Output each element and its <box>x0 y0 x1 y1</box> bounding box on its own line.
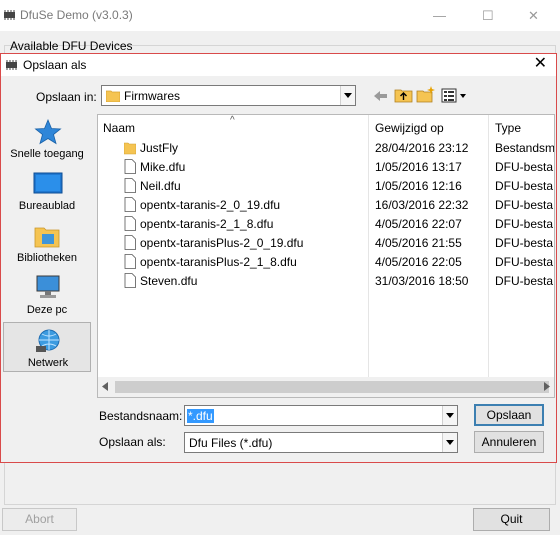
place-label: Bureaublad <box>18 200 76 212</box>
column-header-name[interactable]: Naam <box>103 121 135 135</box>
file-row[interactable]: opentx-taranis-2_1_8.dfu 4/05/2016 22:07 D… <box>98 214 554 233</box>
scroll-left-icon[interactable] <box>102 382 108 391</box>
file-icon <box>124 197 136 212</box>
abort-button[interactable]: Abort <box>2 508 77 531</box>
file-name: Neil.dfu <box>140 179 181 193</box>
save-type-value: Dfu Files (*.dfu) <box>189 436 273 450</box>
scrollbar-thumb[interactable] <box>115 381 549 393</box>
scroll-right-icon[interactable] <box>544 382 550 391</box>
file-modified: 4/05/2016 21:55 <box>375 236 462 250</box>
file-list[interactable]: ^ Naam Gewijzigd op Type JustFly 28/04/20… <box>97 114 555 398</box>
column-header-type[interactable]: Type <box>495 121 521 135</box>
places-bar: Snelle toegang Bureaublad Bibliotheken D… <box>3 111 93 372</box>
file-type: Bestandsm <box>495 141 555 155</box>
file-type: DFU-besta <box>495 236 554 250</box>
folder-icon <box>123 140 137 155</box>
save-in-value: Firmwares <box>124 89 180 103</box>
file-type: DFU-besta <box>495 255 554 269</box>
file-name: opentx-taranis-2_1_8.dfu <box>140 217 274 231</box>
file-name: opentx-taranisPlus-2_0_19.dfu <box>140 236 304 250</box>
folder-icon <box>106 90 120 102</box>
file-name: Steven.dfu <box>140 274 198 288</box>
file-modified: 4/05/2016 22:05 <box>375 255 462 269</box>
file-name: opentx-taranis-2_0_19.dfu <box>140 198 281 212</box>
file-type: DFU-besta <box>495 179 554 193</box>
dialog-close-button[interactable]: ✕ <box>534 55 547 73</box>
save-in-combo[interactable]: Firmwares <box>101 85 356 106</box>
place-label: Bibliotheken <box>17 252 77 264</box>
file-icon <box>124 273 136 288</box>
file-icon <box>124 254 136 269</box>
save-button[interactable]: Opslaan <box>474 404 544 426</box>
up-folder-icon[interactable] <box>394 86 414 104</box>
maximize-button[interactable]: ☐ <box>482 8 494 24</box>
app-titlebar: DfuSe Demo (v3.0.3) — ☐ ✕ <box>0 0 560 31</box>
place-label: Snelle toegang <box>10 148 84 160</box>
place-label: Deze pc <box>26 304 68 316</box>
file-name: Mike.dfu <box>140 160 186 174</box>
view-menu-icon[interactable] <box>441 87 469 105</box>
place-libraries[interactable]: Bibliotheken <box>3 218 91 268</box>
place-label: Netwerk <box>27 357 69 369</box>
place-network[interactable]: Netwerk <box>3 322 91 372</box>
network-icon <box>36 329 60 352</box>
save-type-combo[interactable]: Dfu Files (*.dfu) <box>184 432 458 453</box>
file-modified: 1/05/2016 12:16 <box>375 179 462 193</box>
file-modified: 28/04/2016 23:12 <box>375 141 469 155</box>
computer-icon <box>36 275 60 298</box>
file-row[interactable]: JustFly 28/04/2016 23:12 Bestandsm <box>98 138 554 157</box>
file-row[interactable]: opentx-taranisPlus-2_0_19.dfu 4/05/2016 2… <box>98 233 554 252</box>
place-quick-access[interactable]: Snelle toegang <box>3 114 91 164</box>
file-modified: 31/03/2016 18:50 <box>375 274 469 288</box>
file-row[interactable]: Mike.dfu 1/05/2016 13:17 DFU-besta <box>98 157 554 176</box>
place-desktop[interactable]: Bureaublad <box>3 166 91 216</box>
place-this-pc[interactable]: Deze pc <box>3 270 91 320</box>
libraries-icon <box>34 227 60 248</box>
sort-ascending-icon: ^ <box>230 115 235 126</box>
file-modified: 16/03/2016 22:32 <box>375 198 469 212</box>
dialog-title: Opslaan als <box>23 58 87 72</box>
file-name: JustFly <box>140 141 179 155</box>
file-icon <box>124 159 136 174</box>
dfu-devices-label: Available DFU Devices <box>10 39 133 53</box>
file-row[interactable]: opentx-taranisPlus-2_1_8.dfu 4/05/2016 22… <box>98 252 554 271</box>
save-type-label: Opslaan als: <box>99 435 166 449</box>
filename-value[interactable]: *.dfu <box>187 409 214 423</box>
horizontal-scrollbar[interactable] <box>98 377 554 397</box>
file-icon <box>124 216 136 231</box>
minimize-button[interactable]: — <box>433 8 446 23</box>
file-type: DFU-besta <box>495 160 554 174</box>
filename-label: Bestandsnaam: <box>99 409 183 423</box>
file-name: opentx-taranisPlus-2_1_8.dfu <box>140 255 297 269</box>
chevron-down-icon[interactable] <box>442 433 457 452</box>
quit-button[interactable]: Quit <box>473 508 550 531</box>
file-icon <box>124 235 136 250</box>
file-modified: 1/05/2016 13:17 <box>375 160 462 174</box>
save-as-dialog: Opslaan als ✕ Opslaan in: Firmwares Snel… <box>0 53 557 463</box>
file-type: DFU-besta <box>495 217 554 231</box>
save-in-label: Opslaan in: <box>36 90 97 104</box>
file-modified: 4/05/2016 22:07 <box>375 217 462 231</box>
chevron-down-icon[interactable] <box>340 86 355 105</box>
star-icon <box>34 119 62 145</box>
file-row[interactable]: opentx-taranis-2_0_19.dfu 16/03/2016 22:3… <box>98 195 554 214</box>
dialog-chip-icon <box>6 60 17 70</box>
chevron-down-icon[interactable] <box>442 406 457 425</box>
close-button[interactable]: ✕ <box>528 8 539 24</box>
dialog-titlebar: Opslaan als ✕ <box>1 54 556 76</box>
file-icon <box>124 178 136 193</box>
app-title: DfuSe Demo (v3.0.3) <box>20 8 133 22</box>
back-arrow-icon[interactable] <box>371 87 391 105</box>
file-type: DFU-besta <box>495 198 554 212</box>
column-header-modified[interactable]: Gewijzigd op <box>375 121 444 135</box>
file-row[interactable]: Steven.dfu 31/03/2016 18:50 DFU-besta <box>98 271 554 290</box>
desktop-icon <box>33 172 63 194</box>
new-folder-icon[interactable] <box>416 85 436 103</box>
filename-combo[interactable]: *.dfu <box>184 405 458 426</box>
cancel-button[interactable]: Annuleren <box>474 431 544 453</box>
file-row[interactable]: Neil.dfu 1/05/2016 12:16 DFU-besta <box>98 176 554 195</box>
file-type: DFU-besta <box>495 274 554 288</box>
app-chip-icon <box>4 10 15 20</box>
